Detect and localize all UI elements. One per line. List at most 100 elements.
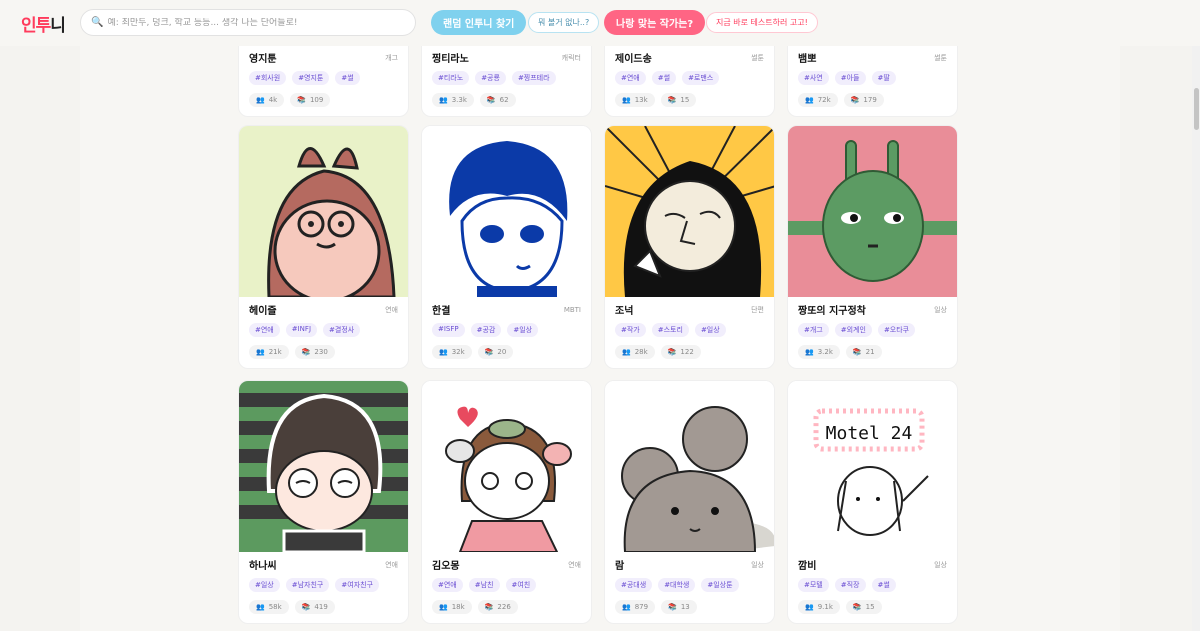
artist-name: 뱀뽀 [798, 54, 817, 65]
genre-label: 연애 [385, 305, 398, 314]
episodes-stat: 📚 21 [845, 345, 882, 359]
tag-list: #회사원 #영지툰 #썰 [249, 71, 398, 85]
artist-thumbnail [605, 381, 774, 552]
episodes-stat: 📚 109 [290, 93, 331, 107]
books-icon: 📚 [852, 603, 862, 611]
test-button[interactable]: 나랑 맞는 작가는? [604, 10, 706, 35]
readers-count: 13k [634, 96, 648, 104]
card-info: 헤이즐 연애 #연애 #INFJ #결정사 👥 21k 📚 230 [249, 302, 398, 359]
artist-card[interactable]: 조넉 단편 #작가 #스토리 #일상 👥 28k 📚 122 [604, 125, 775, 369]
tag[interactable]: #아들 [834, 71, 866, 85]
episodes-stat: 📚 15 [845, 600, 882, 614]
tag[interactable]: #딸 [871, 71, 896, 85]
tag[interactable]: #직장 [834, 578, 866, 592]
readers-icon: 👥 [256, 603, 265, 611]
tag[interactable]: #썰 [871, 578, 896, 592]
readers-stat: 👥 13k [615, 93, 655, 107]
tag[interactable]: #연애 [615, 71, 646, 85]
readers-icon: 👥 [805, 603, 814, 611]
artist-card[interactable]: 헤이즐 연애 #연애 #INFJ #결정사 👥 21k 📚 230 [238, 125, 409, 369]
episodes-count: 230 [314, 348, 328, 356]
tag[interactable]: #썰 [651, 71, 677, 85]
name-row: 제이드송 썰툰 [615, 50, 764, 66]
card-info: 람 일상 #공대생 #대학생 #일상툰 👥 879 📚 13 [615, 557, 764, 614]
readers-stat: 👥 21k [249, 345, 289, 359]
logo-part1: 인투 [21, 16, 51, 36]
name-row: 람 일상 [615, 557, 764, 573]
tag[interactable]: #공감 [470, 323, 502, 337]
episodes-stat: 📚 230 [294, 345, 335, 359]
tag[interactable]: #일상 [249, 578, 280, 592]
tag[interactable]: #스토리 [651, 323, 689, 337]
test-bubble[interactable]: 지금 바로 테스트하러 고고! [706, 12, 818, 33]
artist-card[interactable]: Motel 24 깜비 일상 #모텔 #직장 #썰 👥 9.1k 📚 15 [787, 380, 958, 624]
episodes-count: 226 [497, 603, 511, 611]
tag[interactable]: #개그 [798, 323, 829, 337]
tag[interactable]: #일상 [507, 323, 539, 337]
tag[interactable]: #찡프테라 [511, 71, 556, 85]
tag-list: #티라노 #공룡 #찡프테라 [432, 71, 581, 85]
card-info: 짱또의 지구정착 일상 #개그 #외계인 #오타쿠 👥 3.2k 📚 21 [798, 302, 947, 359]
tag[interactable]: #작가 [615, 323, 646, 337]
tag[interactable]: #외계인 [834, 323, 872, 337]
readers-stat: 👥 18k [432, 600, 472, 614]
card-info: 찡티라노 캐릭터 #티라노 #공룡 #찡프테라 👥 3.3k 📚 62 [432, 50, 581, 107]
readers-icon: 👥 [439, 96, 448, 104]
tag[interactable]: #ISFP [432, 323, 465, 337]
logo-part2: 니 [50, 16, 66, 36]
tag[interactable]: #사연 [798, 71, 829, 85]
name-row: 찡티라노 캐릭터 [432, 50, 581, 66]
artist-card[interactable]: 하나씨 연애 #일상 #남자친구 #여자친구 👥 58k 📚 419 [238, 380, 409, 624]
tag[interactable]: #연애 [249, 323, 280, 337]
tag[interactable]: #INFJ [285, 323, 318, 337]
tag[interactable]: #대학생 [658, 578, 696, 592]
tag-list: #작가 #스토리 #일상 [615, 323, 764, 337]
tag[interactable]: #티라노 [432, 71, 470, 85]
logo[interactable]: 인투니 [21, 11, 66, 36]
artist-card[interactable]: 김오몽 연애 #연애 #남친 #여친 👥 18k 📚 226 [421, 380, 592, 624]
tag[interactable]: #여친 [505, 578, 537, 592]
tag[interactable]: #연애 [432, 578, 463, 592]
artist-card[interactable]: 짱또의 지구정착 일상 #개그 #외계인 #오타쿠 👥 3.2k 📚 21 [787, 125, 958, 369]
tag-list: #ISFP #공감 #일상 [432, 323, 581, 337]
artist-card[interactable]: 한결 MBTI #ISFP #공감 #일상 👥 32k 📚 20 [421, 125, 592, 369]
stats-row: 👥 28k 📚 122 [615, 345, 764, 359]
artist-name: 영지툰 [249, 54, 277, 65]
books-icon: 📚 [297, 96, 306, 104]
books-icon: 📚 [301, 348, 311, 356]
tag[interactable]: #공룡 [475, 71, 506, 85]
artist-thumbnail [239, 381, 408, 552]
tag[interactable]: #일상툰 [701, 578, 739, 592]
search-input[interactable] [107, 17, 398, 28]
tag[interactable]: #결정사 [323, 323, 361, 337]
tag[interactable]: #일상 [694, 323, 726, 337]
scrollbar-thumb[interactable] [1194, 88, 1199, 130]
tag[interactable]: #영지툰 [292, 71, 330, 85]
readers-icon: 👥 [622, 603, 631, 611]
tag[interactable]: #공대생 [615, 578, 653, 592]
tag-list: #일상 #남자친구 #여자친구 [249, 578, 398, 592]
random-button[interactable]: 랜덤 인투니 찾기 [431, 10, 527, 35]
random-bubble: 뭐 볼거 없나..? [528, 12, 600, 33]
books-icon: 📚 [486, 96, 496, 104]
tag[interactable]: #썰 [335, 71, 360, 85]
episodes-count: 13 [680, 603, 690, 611]
tag-list: #개그 #외계인 #오타쿠 [798, 323, 947, 337]
artist-name: 헤이즐 [249, 306, 277, 317]
genre-label: 캐릭터 [561, 53, 581, 62]
stats-row: 👥 32k 📚 20 [432, 345, 581, 359]
tag[interactable]: #남자친구 [285, 578, 330, 592]
motel-sign-text: Motel 24 [826, 423, 913, 444]
tag-list: #연애 #남친 #여친 [432, 578, 581, 592]
search-bar[interactable]: 🔍 [80, 9, 416, 36]
stats-row: 👥 18k 📚 226 [432, 600, 581, 614]
tag[interactable]: #로맨스 [682, 71, 720, 85]
books-icon: 📚 [850, 96, 860, 104]
tag[interactable]: #남친 [468, 578, 500, 592]
tag[interactable]: #여자친구 [335, 578, 380, 592]
artist-card[interactable]: 람 일상 #공대생 #대학생 #일상툰 👥 879 📚 13 [604, 380, 775, 624]
tag[interactable]: #오타쿠 [877, 323, 916, 337]
tag[interactable]: #모텔 [798, 578, 829, 592]
tag[interactable]: #회사원 [249, 71, 287, 85]
scrollbar[interactable] [1192, 0, 1200, 631]
